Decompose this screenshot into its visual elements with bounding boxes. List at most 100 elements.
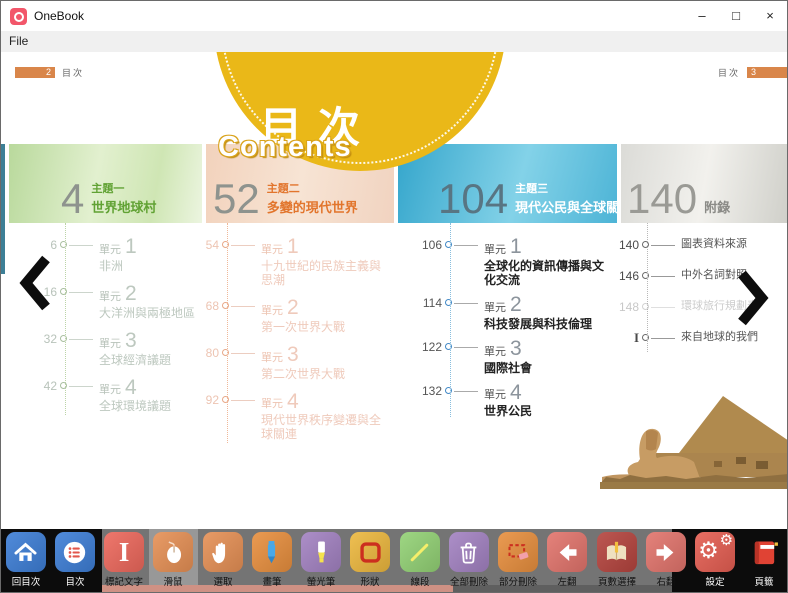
toolbar-label: 滑鼠	[163, 577, 183, 588]
toolbar-trash-button[interactable]: 全部刪除	[444, 529, 493, 592]
item-page-number: 32	[43, 331, 57, 346]
minimize-button[interactable]: –	[685, 1, 719, 31]
toolbar-line-button[interactable]: 線段	[395, 529, 444, 592]
highlighter-icon	[301, 532, 342, 572]
left-page-number: 2	[15, 67, 55, 78]
section-band-3: 104 主題三 現代公民與全球關連	[398, 144, 632, 223]
previous-page-arrow[interactable]	[17, 254, 51, 317]
dotted-connector-line	[647, 223, 648, 352]
unit-label: 單元	[484, 345, 506, 358]
section-start-page: 4	[61, 174, 85, 222]
toolbar-pen-button[interactable]: 畫筆	[247, 529, 296, 592]
item-dash	[231, 399, 255, 401]
toc-item[interactable]: 140 圖表資料來源	[603, 238, 787, 252]
item-bullet-circle	[642, 303, 649, 310]
item-title: 圖表資料來源	[681, 238, 747, 250]
toolbar-arrow-left-button[interactable]: 左翻	[543, 529, 592, 592]
section-start-page: 140	[627, 174, 698, 222]
section-theme: 主題一	[91, 183, 125, 195]
item-title: 全球經濟議題	[99, 352, 172, 367]
left-page-header: 2 目次	[15, 66, 84, 79]
dotted-connector-line	[227, 223, 228, 444]
toolbar-label: 左翻	[557, 577, 577, 588]
item-dash	[231, 305, 255, 307]
list-icon	[54, 532, 95, 572]
item-page-number: 114	[422, 295, 442, 310]
arrow-left-icon	[547, 532, 588, 572]
item-page-number: 68	[205, 298, 219, 313]
item-title: 第一次世界大戰	[261, 319, 346, 334]
item-page-number: 132	[421, 383, 442, 398]
unit-label: 單元	[484, 389, 506, 402]
toc-item[interactable]: 68 單元 2 第一次世界大戰	[183, 297, 388, 334]
left-corner-label: 目次	[62, 68, 85, 78]
section-start-page: 104	[438, 174, 509, 222]
toolbar-items: 回目次 目次 I 標記文字 滑鼠 選取 畫筆 螢光筆 形狀 線段 全部刪除 部分刪除 左翻 頁數選擇 右翻 ⚙…	[1, 529, 787, 592]
toc-item[interactable]: 106 單元 1 全球化的資訊傳播與文化交流	[406, 236, 611, 287]
item-dash	[69, 338, 93, 340]
hand-icon	[202, 532, 243, 572]
toc-item[interactable]: 122 單元 3 國際社會	[406, 336, 611, 375]
toolbar-hand-button[interactable]: 選取	[198, 529, 247, 592]
menu-bar: File	[1, 31, 787, 52]
onebook-logo-icon	[10, 7, 27, 25]
item-title: 全球化的資訊傳播與文化交流	[484, 258, 605, 287]
toc-item[interactable]: I 來自地球的我們	[603, 331, 787, 345]
toolbar-label: 畫筆	[262, 577, 282, 588]
item-title: 國際社會	[484, 360, 533, 375]
toc-item[interactable]: 54 單元 1 十九世紀的民族主義與思潮	[183, 236, 388, 287]
item-title: 大洋洲與兩極地區	[99, 305, 196, 320]
toolbar-home-button[interactable]: 回目次	[1, 529, 50, 592]
window-title: OneBook	[34, 9, 85, 23]
item-dash	[651, 307, 675, 308]
section-title: 多變的現代世界	[266, 200, 358, 215]
mouse-icon	[153, 532, 194, 572]
toc-item[interactable]: 80 單元 3 第二次世界大戰	[183, 344, 388, 381]
unit-label: 單元	[99, 290, 121, 303]
toolbar-label: 選取	[213, 577, 233, 588]
section-title: 現代公民與全球關連	[515, 200, 633, 215]
toolbar-label: 目次	[65, 577, 85, 588]
section-start-page: 52	[213, 174, 260, 222]
pen-icon	[251, 532, 292, 572]
toolbar-shape-button[interactable]: 形狀	[346, 529, 395, 592]
toolbar-arrow-right-button[interactable]: 右翻	[641, 529, 690, 592]
unit-label: 單元	[484, 243, 506, 256]
item-title: 十九世紀的民族主義與思潮	[261, 258, 382, 287]
trash-icon	[448, 532, 489, 572]
toolbar-page-select-button[interactable]: 頁數選擇	[592, 529, 641, 592]
toc-item[interactable]: 32 單元 3 全球經濟議題	[21, 330, 196, 367]
toolbar-gear-button[interactable]: ⚙ ⚙ 設定	[691, 529, 740, 592]
item-dash	[454, 302, 478, 304]
item-title: 非洲	[99, 258, 124, 273]
toc-item[interactable]: 114 單元 2 科技發展與科技倫理	[406, 294, 611, 331]
toolbar-partial-erase-button[interactable]: 部分刪除	[494, 529, 543, 592]
menu-file[interactable]: File	[1, 31, 36, 52]
toolbar-list-button[interactable]: 目次	[50, 529, 99, 592]
toolbar-tabs-book-button[interactable]: 頁籤	[740, 529, 787, 592]
item-title: 科技發展與科技倫理	[484, 316, 593, 331]
toc-item[interactable]: 92 單元 4 現代世界秩序變遷與全球關連	[183, 391, 388, 442]
toolbar-text-marker-button[interactable]: I 標記文字	[100, 529, 149, 592]
dotted-connector-line	[450, 223, 451, 418]
close-button[interactable]: ×	[753, 1, 787, 31]
toolbar-mouse-button[interactable]: 滑鼠	[148, 529, 199, 592]
toc-item[interactable]: 42 單元 4 全球環境議題	[21, 377, 196, 414]
next-page-arrow[interactable]	[737, 270, 771, 331]
toolbar-label: 設定	[705, 577, 725, 588]
item-page-number: 6	[50, 238, 57, 252]
unit-number: 4	[510, 380, 522, 404]
toolbar-highlighter-button[interactable]: 螢光筆	[297, 529, 346, 592]
item-dash	[454, 390, 478, 392]
unit-number: 3	[510, 336, 522, 360]
page-subtitle: Contents	[218, 131, 352, 163]
item-dash	[231, 245, 255, 246]
item-title: 現代世界秩序變遷與全球關連	[261, 413, 382, 442]
toc-item[interactable]: 132 單元 4 世界公民	[406, 380, 611, 419]
toolbar-label: 頁數選擇	[597, 577, 636, 588]
section-title: 附錄	[704, 200, 731, 215]
unit-label: 單元	[99, 384, 121, 397]
item-page-number: 140	[618, 238, 639, 252]
maximize-button[interactable]: □	[719, 1, 753, 31]
section-theme: 主題二	[266, 183, 300, 195]
